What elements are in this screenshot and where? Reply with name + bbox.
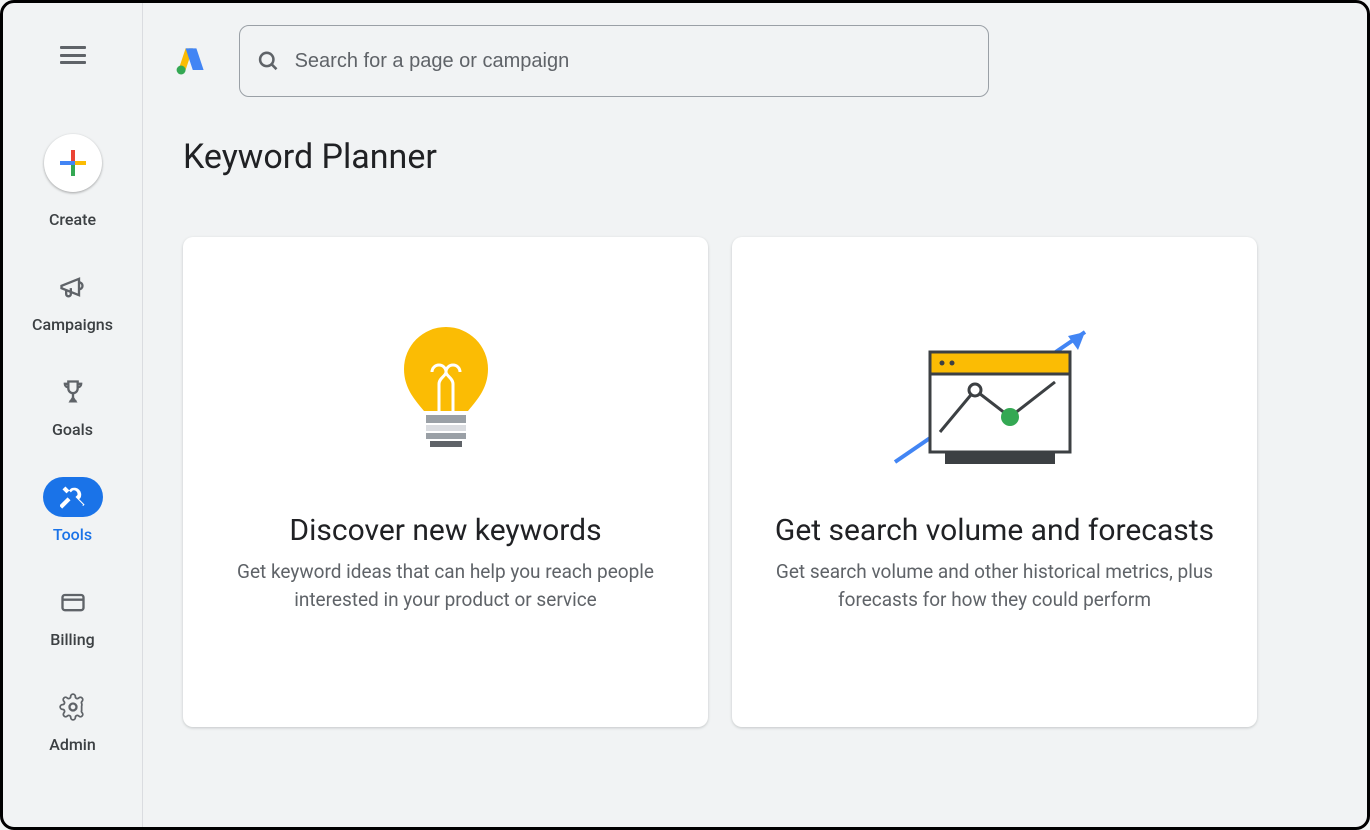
- google-ads-logo-icon: [173, 43, 209, 79]
- card-description: Get search volume and other historical m…: [772, 558, 1217, 613]
- sidebar-item-goals[interactable]: Goals: [43, 372, 103, 439]
- sidebar-item-campaigns[interactable]: Campaigns: [32, 267, 113, 334]
- sidebar-item-create[interactable]: Create: [49, 202, 96, 229]
- card-title: Discover new keywords: [289, 513, 601, 548]
- tools-icon: [43, 477, 103, 517]
- main-area: Keyword Planner Discover new keywords Ge…: [143, 3, 1367, 827]
- search-box[interactable]: [239, 25, 989, 97]
- sidebar: Create Campaigns: [3, 3, 143, 827]
- sidebar-item-label: Campaigns: [32, 315, 113, 334]
- sidebar-item-tools[interactable]: Tools: [43, 477, 103, 544]
- create-button[interactable]: [44, 134, 102, 192]
- lightbulb-icon: [386, 297, 506, 497]
- top-bar: [143, 3, 1367, 97]
- card-description: Get keyword ideas that can help you reac…: [223, 558, 668, 613]
- plus-icon: [58, 148, 88, 178]
- card-search-volume-forecasts[interactable]: Get search volume and forecasts Get sear…: [732, 237, 1257, 727]
- sidebar-item-billing[interactable]: Billing: [43, 582, 103, 649]
- search-input[interactable]: [295, 50, 972, 73]
- card-title: Get search volume and forecasts: [775, 513, 1214, 548]
- sidebar-item-label: Billing: [50, 630, 94, 649]
- cards-row: Discover new keywords Get keyword ideas …: [143, 177, 1367, 727]
- search-icon: [256, 48, 281, 74]
- sidebar-item-label: Goals: [52, 420, 93, 439]
- credit-card-icon: [43, 582, 103, 622]
- sidebar-item-label: Create: [49, 210, 96, 229]
- sidebar-item-label: Tools: [53, 525, 92, 544]
- hamburger-menu-button[interactable]: [49, 31, 97, 79]
- sidebar-item-label: Admin: [49, 735, 96, 754]
- trophy-icon: [43, 372, 103, 412]
- chart-arrow-icon: [880, 297, 1110, 497]
- gear-icon: [43, 687, 103, 727]
- page-title: Keyword Planner: [143, 97, 1367, 177]
- card-discover-keywords[interactable]: Discover new keywords Get keyword ideas …: [183, 237, 708, 727]
- hamburger-icon: [60, 46, 86, 64]
- megaphone-icon: [42, 267, 102, 307]
- sidebar-item-admin[interactable]: Admin: [43, 687, 103, 754]
